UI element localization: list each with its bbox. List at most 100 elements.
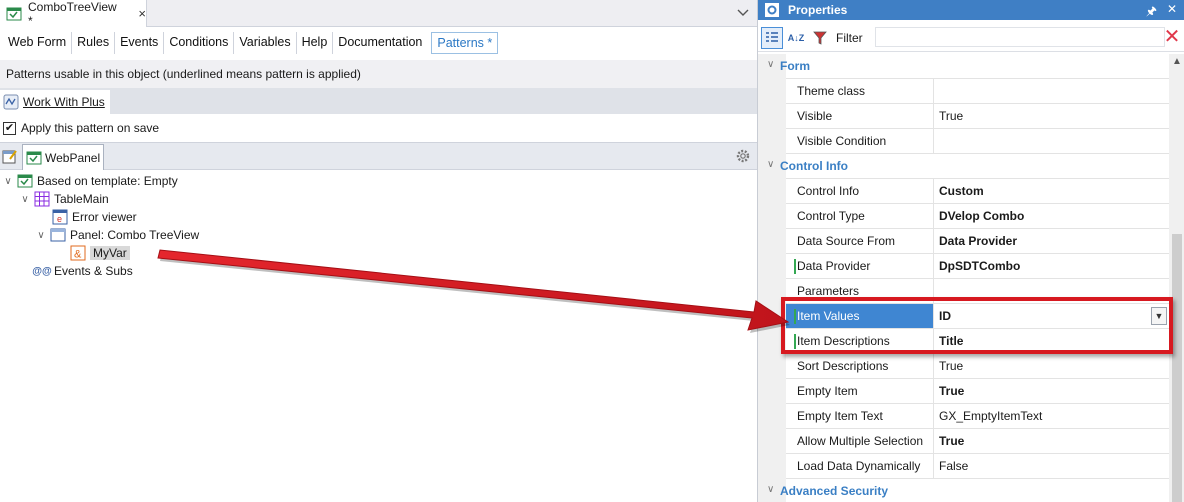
webpanel-tab[interactable]: WebPanel bbox=[22, 144, 104, 170]
property-value[interactable] bbox=[933, 79, 1169, 104]
property-value[interactable]: Custom bbox=[933, 179, 1169, 204]
tree-node-label: MyVar bbox=[90, 246, 130, 260]
row-gutter bbox=[758, 404, 786, 429]
row-gutter bbox=[758, 254, 786, 279]
events-icon: @@ bbox=[32, 265, 52, 277]
property-row[interactable]: Theme class bbox=[758, 79, 1169, 104]
property-name: Sort Descriptions bbox=[786, 354, 933, 379]
filter-icon[interactable] bbox=[809, 27, 831, 49]
property-name: Item Descriptions bbox=[786, 329, 933, 354]
property-name: Control Info bbox=[786, 179, 933, 204]
tree-node-events[interactable]: @@ Events & Subs bbox=[32, 262, 132, 280]
chevron-down-icon[interactable]: ∨ bbox=[3, 176, 13, 187]
tree-node-root[interactable]: ∨ Based on template: Empty bbox=[3, 172, 177, 190]
property-row-selected[interactable]: Item Values ID ▼ bbox=[758, 304, 1169, 329]
tree-node-error-viewer[interactable]: e Error viewer bbox=[52, 208, 137, 226]
property-value[interactable]: Data Provider bbox=[933, 229, 1169, 254]
property-value[interactable]: GX_EmptyItemText bbox=[933, 404, 1169, 429]
pattern-tree: ∨ Based on template: Empty ∨ TableMain e… bbox=[0, 172, 757, 502]
sort-alphabetical-icon[interactable]: A↓Z bbox=[785, 27, 807, 49]
close-icon[interactable]: ✕ bbox=[1167, 2, 1177, 16]
property-value[interactable]: DVelop Combo bbox=[933, 204, 1169, 229]
chevron-down-icon[interactable]: ▼ bbox=[1151, 307, 1167, 325]
scrollbar-thumb[interactable] bbox=[1172, 234, 1182, 502]
tab-conditions[interactable]: Conditions bbox=[164, 32, 235, 54]
tree-toolbar: WebPanel bbox=[0, 142, 757, 170]
row-gutter bbox=[758, 354, 786, 379]
property-row[interactable]: Parameters bbox=[758, 279, 1169, 304]
property-row[interactable]: Allow Multiple Selection True bbox=[758, 429, 1169, 454]
category-advanced-security[interactable]: ∨ Advanced Security bbox=[758, 479, 1169, 502]
chevron-down-icon[interactable]: ∨ bbox=[20, 194, 30, 205]
property-row[interactable]: Load Data Dynamically False bbox=[758, 454, 1169, 479]
category-label: Form bbox=[780, 59, 810, 73]
property-value[interactable]: ID bbox=[933, 304, 1169, 329]
property-row[interactable]: Control Type DVelop Combo bbox=[758, 204, 1169, 229]
row-gutter bbox=[758, 379, 786, 404]
property-row[interactable]: Sort Descriptions True bbox=[758, 354, 1169, 379]
categorized-view-icon[interactable] bbox=[761, 26, 783, 49]
category-form[interactable]: ∨ Form bbox=[758, 54, 1169, 79]
document-tab[interactable]: ComboTreeView * × bbox=[0, 0, 147, 28]
editor-pane: ComboTreeView * × Web Form Rules Events … bbox=[0, 0, 757, 502]
tree-node-panel[interactable]: ∨ Panel: Combo TreeView bbox=[36, 226, 199, 244]
chevron-down-icon[interactable] bbox=[735, 4, 751, 20]
property-name: Control Type bbox=[786, 204, 933, 229]
chevron-down-icon[interactable]: ∨ bbox=[767, 59, 774, 70]
property-row[interactable]: Item Descriptions Title bbox=[758, 329, 1169, 354]
property-row[interactable]: Visible True bbox=[758, 104, 1169, 129]
property-row[interactable]: Data Source From Data Provider bbox=[758, 229, 1169, 254]
property-value[interactable]: True bbox=[933, 354, 1169, 379]
property-value[interactable]: True bbox=[933, 379, 1169, 404]
filter-input[interactable] bbox=[875, 27, 1165, 47]
tab-variables[interactable]: Variables bbox=[234, 32, 297, 54]
property-name: Data Source From bbox=[786, 229, 933, 254]
edit-document-icon[interactable] bbox=[1, 147, 19, 165]
gear-icon[interactable] bbox=[735, 148, 751, 164]
webpanel-icon bbox=[6, 6, 22, 22]
property-row[interactable]: Empty Item True bbox=[758, 379, 1169, 404]
property-value[interactable]: False bbox=[933, 454, 1169, 479]
document-tab-bar: ComboTreeView * × bbox=[0, 0, 757, 28]
property-value[interactable] bbox=[933, 279, 1169, 304]
row-gutter bbox=[758, 129, 786, 154]
webpanel-icon bbox=[17, 173, 33, 189]
property-name: Allow Multiple Selection bbox=[786, 429, 933, 454]
row-gutter bbox=[758, 79, 786, 104]
chevron-down-icon[interactable]: ∨ bbox=[36, 230, 46, 241]
property-row[interactable]: Visible Condition bbox=[758, 129, 1169, 154]
modified-marker bbox=[794, 334, 796, 349]
tab-documentation[interactable]: Documentation bbox=[333, 32, 427, 54]
scroll-up-icon[interactable]: ▲ bbox=[1172, 56, 1182, 67]
tab-help[interactable]: Help bbox=[297, 32, 334, 54]
property-name: Visible bbox=[786, 104, 933, 129]
filter-label: Filter bbox=[836, 30, 863, 45]
panel-icon bbox=[50, 227, 66, 243]
apply-pattern-checkbox[interactable]: ✔ bbox=[3, 121, 16, 135]
property-value[interactable]: Title bbox=[933, 329, 1169, 354]
properties-title-bar: Properties 🖈 ✕ bbox=[758, 0, 1184, 20]
property-value[interactable] bbox=[933, 129, 1169, 154]
property-row[interactable]: Data Provider DpSDTCombo bbox=[758, 254, 1169, 279]
category-control-info[interactable]: ∨ Control Info bbox=[758, 154, 1169, 179]
pattern-tab-work-with-plus[interactable]: Work With Plus bbox=[0, 90, 110, 114]
category-fill bbox=[786, 54, 1169, 79]
property-row[interactable]: Control Info Custom bbox=[758, 179, 1169, 204]
tab-patterns[interactable]: Patterns * bbox=[431, 32, 499, 54]
property-value[interactable]: True bbox=[933, 429, 1169, 454]
chevron-down-icon[interactable]: ∨ bbox=[767, 159, 774, 170]
chevron-down-icon[interactable]: ∨ bbox=[767, 484, 774, 495]
tab-rules[interactable]: Rules bbox=[72, 32, 116, 54]
tree-node-table[interactable]: ∨ TableMain bbox=[20, 190, 109, 208]
tab-events[interactable]: Events bbox=[115, 32, 165, 54]
property-value[interactable]: DpSDTCombo bbox=[933, 254, 1169, 279]
pin-icon[interactable]: 🖈 bbox=[1146, 2, 1157, 23]
vertical-scrollbar[interactable]: ▲ bbox=[1169, 54, 1184, 502]
close-icon[interactable]: × bbox=[138, 6, 146, 21]
category-label: Advanced Security bbox=[780, 484, 889, 498]
property-row[interactable]: Empty Item Text GX_EmptyItemText bbox=[758, 404, 1169, 429]
tab-web-form[interactable]: Web Form bbox=[3, 32, 73, 54]
tree-node-myvar[interactable]: & MyVar bbox=[70, 244, 130, 262]
clear-filter-icon[interactable]: ✕ bbox=[1163, 27, 1181, 47]
property-value[interactable]: True bbox=[933, 104, 1169, 129]
